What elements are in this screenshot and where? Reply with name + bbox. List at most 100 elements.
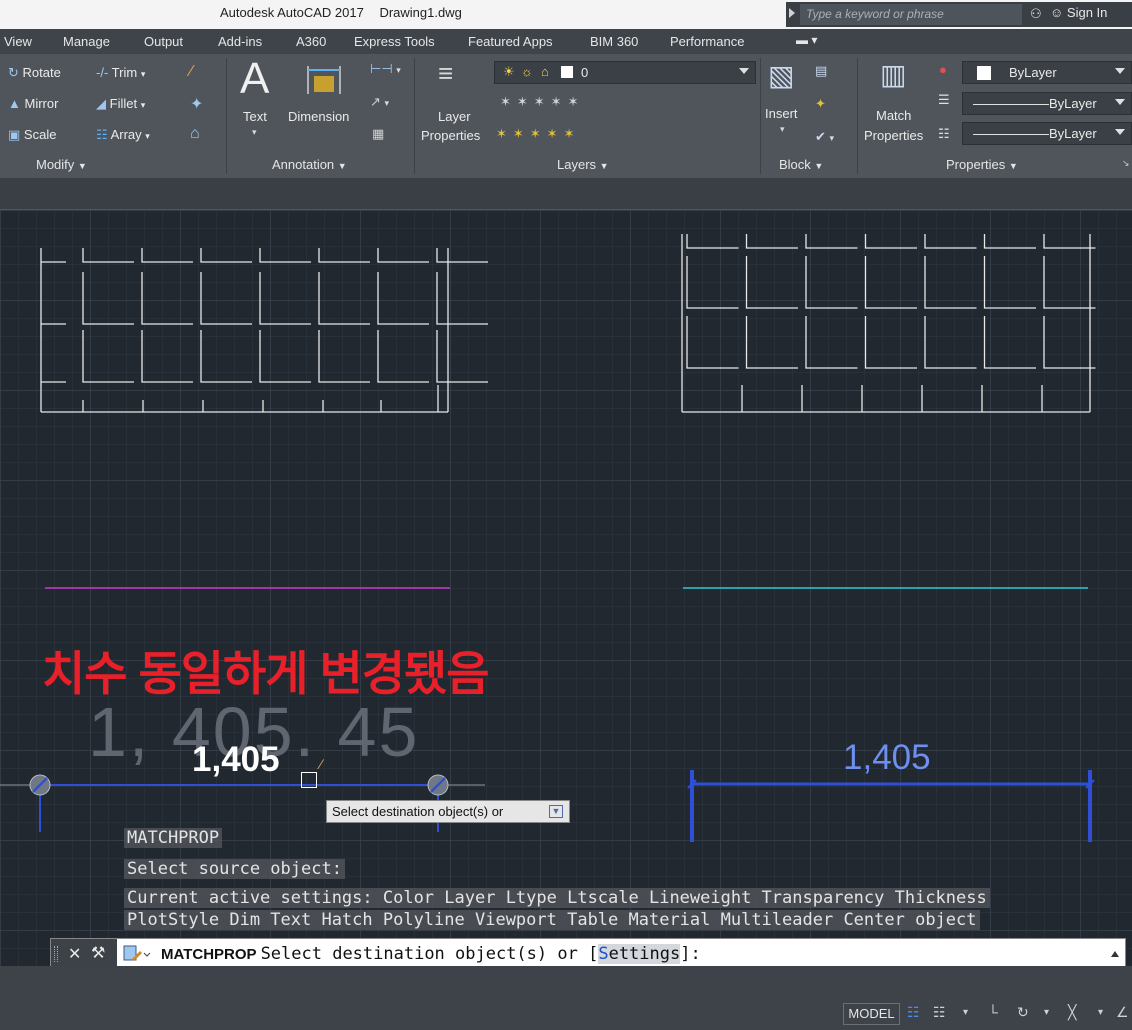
- annotation-panel-title[interactable]: Annotation ▼: [272, 157, 347, 172]
- ribbon-tab-bar: View Manage Output Add-ins A360 Express …: [0, 29, 1132, 54]
- close-icon[interactable]: ✕: [68, 944, 81, 964]
- dimension-icon[interactable]: [304, 62, 344, 98]
- scale-button[interactable]: ▣ Scale: [8, 127, 56, 143]
- modify-panel-title[interactable]: Modify ▼: [36, 157, 87, 172]
- lineweight-icon: ☰: [938, 92, 950, 107]
- polar-tracking-icon[interactable]: ↻: [1017, 1004, 1029, 1021]
- sign-in-button[interactable]: ☺ Sign In: [1050, 5, 1107, 20]
- layer-dropdown[interactable]: ☀ ☼ ⌂ 0: [494, 61, 756, 84]
- panel-divider: [857, 58, 858, 174]
- offset-icon[interactable]: ⌂: [190, 125, 200, 143]
- binoculars-icon[interactable]: ⚇: [1030, 6, 1042, 22]
- leader-icon[interactable]: ↗ ▾: [370, 94, 389, 110]
- lineweight-dropdown[interactable]: ByLayer: [962, 122, 1132, 145]
- search-input[interactable]: Type a keyword or phrase: [800, 4, 1022, 25]
- layer-properties-icon[interactable]: ≡: [438, 58, 453, 89]
- scale-label: Scale: [23, 127, 57, 142]
- erase-icon[interactable]: ∕: [190, 63, 193, 81]
- array-button[interactable]: ☷ Array ▾: [96, 127, 150, 143]
- settings-option[interactable]: Settings: [598, 944, 681, 964]
- properties-expand-icon: ▼: [1008, 161, 1018, 171]
- block-panel-title[interactable]: Block ▼: [779, 157, 823, 172]
- polar-dropdown-icon[interactable]: ▾: [1044, 1007, 1049, 1018]
- tab-a360[interactable]: A360: [296, 34, 326, 49]
- match-properties-brush-icon: ∕: [320, 756, 323, 772]
- trim-button[interactable]: -/- Trim ▾: [96, 65, 145, 80]
- layer-freeze-icon[interactable]: ☼: [521, 64, 533, 79]
- drag-handle-icon[interactable]: [54, 946, 58, 962]
- text-dropdown-icon[interactable]: ▾: [252, 127, 257, 138]
- linear-dimension-icon[interactable]: ⊢⊣ ▾: [370, 61, 401, 77]
- mirror-button[interactable]: ▲ Mirror: [8, 96, 58, 111]
- isodraft-dropdown-icon[interactable]: ▾: [1098, 1007, 1103, 1018]
- block-attributes-icon[interactable]: ✔ ▾: [815, 129, 834, 145]
- linetype-value: ByLayer: [1049, 96, 1097, 111]
- explode-icon[interactable]: ✦: [190, 94, 203, 114]
- layer-properties-line1[interactable]: Layer: [438, 109, 471, 124]
- tooltip-options-icon[interactable]: ▼: [549, 805, 563, 818]
- ortho-icon[interactable]: └: [988, 1004, 998, 1020]
- ribbon: ↻ Rotate -/- Trim ▾ ∕ ▲ Mirror ◢ Fillet …: [0, 54, 1132, 178]
- tab-manage[interactable]: Manage: [63, 34, 110, 49]
- layer-properties-line2[interactable]: Properties: [421, 128, 480, 143]
- match-properties-line2[interactable]: Properties: [864, 128, 923, 143]
- dimension-button[interactable]: Dimension: [288, 109, 349, 124]
- insert-button[interactable]: Insert: [765, 106, 798, 121]
- layer-tools-row1[interactable]: ✶✶✶✶✶: [500, 94, 584, 110]
- scale-icon: ▣: [8, 127, 21, 142]
- array-dropdown-icon[interactable]: ▾: [145, 131, 150, 141]
- pickbox-cursor: [301, 772, 317, 788]
- mirror-label: Mirror: [24, 96, 59, 111]
- isodraft-icon[interactable]: ╳: [1068, 1004, 1076, 1021]
- command-prompt[interactable]: MATCHPROP Select destination object(s) or…: [161, 944, 701, 964]
- color-wheel-icon: ●: [939, 62, 947, 77]
- tab-view[interactable]: View: [4, 34, 32, 49]
- text-button[interactable]: Text: [243, 109, 267, 124]
- tab-bim-360[interactable]: BIM 360: [590, 34, 638, 49]
- drawing-canvas[interactable]: 치수 동일하게 변경됐음 1, 405. 45 1,405 1,405 ∕ Se…: [0, 210, 1132, 966]
- fillet-button[interactable]: ◢ Fillet ▾: [96, 96, 145, 112]
- color-dropdown[interactable]: ByLayer: [962, 61, 1132, 84]
- file-tab-strip: [0, 178, 1132, 210]
- layer-tools-row2[interactable]: ✶✶✶✶✶: [496, 126, 580, 142]
- edit-block-icon[interactable]: ✦: [815, 96, 826, 112]
- match-properties-line1[interactable]: Match: [876, 108, 911, 123]
- table-icon[interactable]: ▦: [372, 126, 384, 142]
- match-properties-icon[interactable]: ▥: [880, 58, 906, 91]
- properties-dialog-launcher-icon[interactable]: ↘: [1122, 158, 1130, 169]
- tooltip-text: Select destination object(s) or: [332, 804, 504, 819]
- tab-overflow-button[interactable]: ▬ ▾: [796, 33, 817, 47]
- fillet-dropdown-icon[interactable]: ▾: [141, 100, 146, 110]
- panel-divider: [414, 58, 415, 174]
- create-block-icon[interactable]: ▤: [815, 63, 827, 79]
- insert-dropdown-icon[interactable]: ▾: [780, 124, 785, 135]
- tab-performance[interactable]: Performance: [670, 34, 744, 49]
- command-history-line: Current active settings: Color Layer Lty…: [124, 888, 990, 908]
- left-dimension-text[interactable]: 1,405: [192, 740, 280, 780]
- grid-display-icon[interactable]: ☷: [907, 1004, 920, 1021]
- layer-color-swatch[interactable]: [561, 66, 573, 78]
- right-dimension-text[interactable]: 1,405: [843, 738, 931, 778]
- layer-lock-icon[interactable]: ⌂: [541, 64, 549, 79]
- text-icon[interactable]: A: [240, 54, 269, 104]
- tab-add-ins[interactable]: Add-ins: [218, 34, 262, 49]
- tab-express-tools[interactable]: Express Tools: [354, 34, 435, 49]
- properties-panel-title[interactable]: Properties ▼: [946, 157, 1018, 172]
- insert-block-icon[interactable]: ▧: [768, 59, 794, 92]
- layers-panel-title[interactable]: Layers ▼: [557, 157, 609, 172]
- rotate-button[interactable]: ↻ Rotate: [8, 65, 61, 81]
- command-history-toggle-icon[interactable]: [1111, 951, 1119, 957]
- tab-output[interactable]: Output: [144, 34, 183, 49]
- trim-dropdown-icon[interactable]: ▾: [141, 69, 146, 79]
- tab-featured-apps[interactable]: Featured Apps: [468, 34, 553, 49]
- snap-dropdown-icon[interactable]: ▾: [963, 1007, 968, 1018]
- linetype-dropdown[interactable]: ByLayer: [962, 92, 1132, 115]
- wrench-icon[interactable]: ⚒: [91, 943, 105, 963]
- object-snap-icon[interactable]: ∠: [1116, 1004, 1129, 1021]
- right-dimension-geometry[interactable]: [687, 770, 1095, 842]
- layer-on-icon[interactable]: ☀: [503, 64, 515, 80]
- panel-divider: [226, 58, 227, 174]
- search-expand-icon[interactable]: [789, 8, 795, 18]
- snap-mode-icon[interactable]: ☷: [933, 1004, 946, 1021]
- model-space-button[interactable]: MODEL: [843, 1003, 900, 1025]
